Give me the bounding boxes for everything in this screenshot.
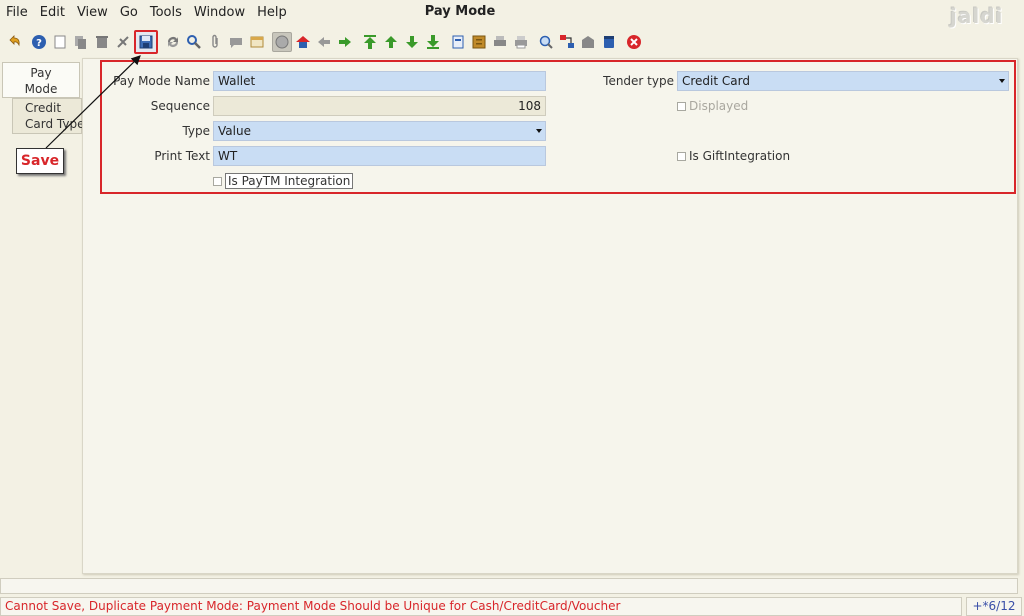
new-icon[interactable] [50,32,70,52]
print-text-label: Print Text [154,149,210,163]
svg-text:?: ? [36,38,42,49]
is-gift-integration-checkbox[interactable]: Is GiftIntegration [677,147,790,165]
tab-credit-card-type[interactable]: Credit Card Type [12,98,84,134]
is-paytm-integration-box[interactable] [213,176,222,186]
save-callout: Save [16,148,64,174]
displayed-checkbox: Displayed [677,97,748,115]
zoom-across-icon[interactable] [536,32,556,52]
next-record-icon[interactable] [402,32,422,52]
is-paytm-integration-label: Is PayTM Integration [225,173,354,189]
undo-icon[interactable] [4,32,24,52]
product-info-icon[interactable] [599,32,619,52]
delete-selection-icon[interactable] [113,32,133,52]
print-preview-icon[interactable] [490,32,510,52]
displayed-label: Displayed [689,99,749,113]
help-icon[interactable]: ? [29,32,49,52]
sequence-field[interactable]: 108 [213,96,546,116]
find-icon[interactable] [184,32,204,52]
type-select[interactable]: Value [213,121,546,141]
save-icon[interactable] [134,30,158,54]
status-strip [0,578,1018,594]
is-gift-integration-box[interactable] [677,151,686,161]
tender-type-select-value: Credit Card [682,74,750,88]
attachment-icon[interactable] [205,32,225,52]
workflow-icon[interactable] [557,32,577,52]
print-icon[interactable] [511,32,531,52]
report-icon[interactable] [448,32,468,52]
chat-icon[interactable] [226,32,246,52]
last-record-icon[interactable] [423,32,443,52]
is-paytm-integration-checkbox[interactable]: Is PayTM Integration [213,172,354,190]
record-count[interactable]: +*6/12 [966,597,1022,616]
pay-mode-name-field[interactable]: Wallet [213,71,546,91]
delete-icon[interactable] [92,32,112,52]
close-icon[interactable] [624,32,644,52]
tender-type-select[interactable]: Credit Card [677,71,1009,91]
type-label: Type [182,124,210,138]
tender-type-label: Tender type [603,74,674,88]
pay-mode-name-label: Pay Mode Name [113,74,210,88]
toolbar: ? [4,30,645,54]
refresh-icon[interactable] [163,32,183,52]
request-icon[interactable] [578,32,598,52]
copy-icon[interactable] [71,32,91,52]
is-gift-integration-label: Is GiftIntegration [689,149,791,163]
print-text-field[interactable]: WT [213,146,546,166]
tab-pay-mode[interactable]: Pay Mode [2,62,80,98]
window-title: Pay Mode [424,4,496,19]
displayed-box [677,101,686,111]
type-select-value: Value [218,124,251,138]
back-icon[interactable] [314,32,334,52]
history-icon[interactable] [247,32,267,52]
brand-logo: jaldi [950,4,1004,28]
first-record-icon[interactable] [360,32,380,52]
archive-icon[interactable] [469,32,489,52]
tab-pay-mode-label: Pay Mode [24,66,58,96]
previous-record-icon[interactable] [381,32,401,52]
home-icon[interactable] [293,32,313,52]
grid-toggle-icon[interactable] [272,32,292,52]
sequence-label: Sequence [150,99,210,113]
forward-icon[interactable] [335,32,355,52]
status-message: Cannot Save, Duplicate Payment Mode: Pay… [0,597,962,616]
